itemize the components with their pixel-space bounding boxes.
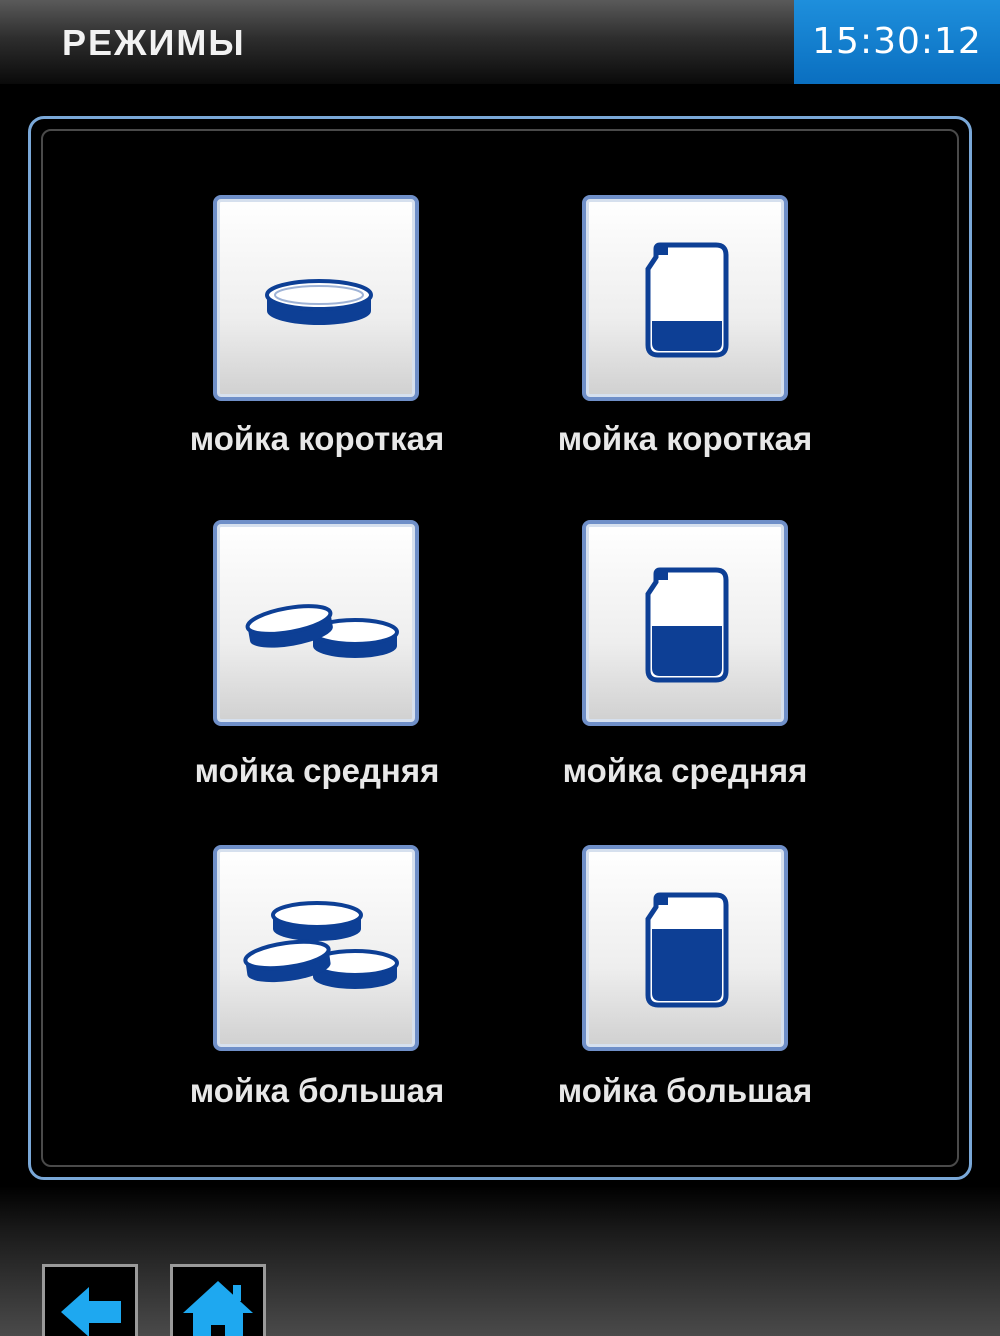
mode-large-canister-label: мойка большая (557, 1072, 813, 1109)
home-button[interactable] (170, 1264, 266, 1336)
modes-screen: РЕЖИМЫ 15:30:12 мойка короткая мойка кор… (0, 0, 1000, 1336)
mode-short-dishes-button[interactable] (213, 195, 419, 401)
two-dishes-icon (245, 604, 399, 658)
header-bar: РЕЖИМЫ 15:30:12 (0, 0, 1000, 84)
canister-low-icon (645, 242, 729, 358)
mode-medium-canister-button[interactable] (582, 520, 788, 726)
back-button[interactable] (42, 1264, 138, 1336)
modes-panel (28, 116, 972, 1180)
footer-bar (0, 1186, 1000, 1336)
clock-display: 15:30:12 (794, 0, 1000, 84)
mode-medium-dishes-button[interactable] (213, 520, 419, 726)
mode-large-dishes-button[interactable] (213, 845, 419, 1051)
mode-medium-dishes-label: мойка средняя (194, 752, 440, 789)
mode-medium-canister-label: мойка средняя (562, 752, 808, 789)
mode-short-canister-label: мойка короткая (557, 420, 813, 457)
page-title: РЕЖИМЫ (62, 22, 246, 63)
home-icon (183, 1281, 253, 1336)
mode-short-dishes-label: мойка короткая (189, 420, 445, 457)
mode-large-dishes-label: мойка большая (189, 1072, 445, 1109)
mode-short-canister-button[interactable] (582, 195, 788, 401)
three-dishes-icon (243, 901, 399, 989)
modes-panel-inner (41, 129, 959, 1167)
back-arrow-icon (61, 1287, 121, 1336)
canister-half-icon (645, 567, 729, 683)
mode-large-canister-button[interactable] (582, 845, 788, 1051)
canister-full-icon (645, 892, 729, 1008)
single-dish-icon (265, 279, 373, 325)
